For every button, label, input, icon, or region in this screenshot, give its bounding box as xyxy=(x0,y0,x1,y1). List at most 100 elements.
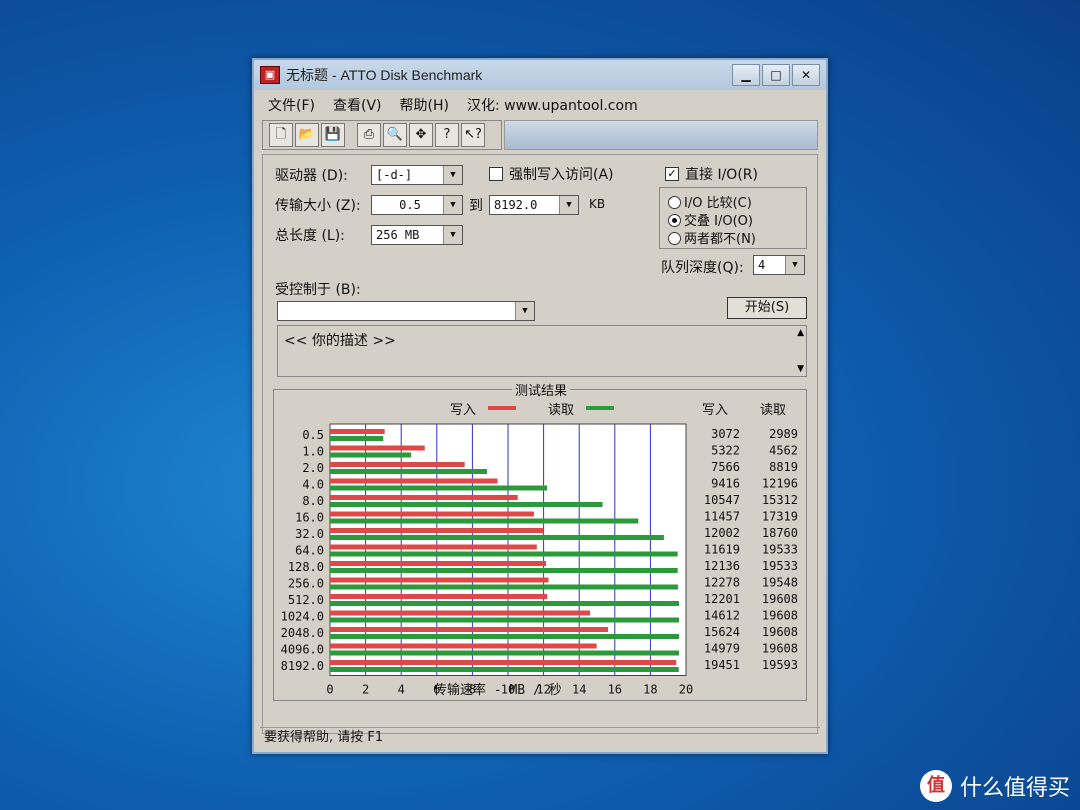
direct-io-checkbox[interactable]: ✓ xyxy=(665,167,679,181)
value-read: 2989 xyxy=(769,427,798,441)
start-button[interactable]: 开始(S) xyxy=(727,297,807,319)
bar-write xyxy=(330,478,498,484)
y-tick-label: 1.0 xyxy=(302,445,324,459)
overlapped-io-radio[interactable] xyxy=(668,214,681,227)
bar-read xyxy=(330,436,384,441)
value-read: 4562 xyxy=(769,444,798,458)
value-read: 19608 xyxy=(762,609,798,623)
x-tick-label: 18 xyxy=(643,683,657,697)
value-write: 3072 xyxy=(711,427,740,441)
print-preview-icon[interactable]: 🔍 xyxy=(383,123,407,147)
y-tick-label: 1024.0 xyxy=(281,610,324,624)
close-button[interactable]: ✕ xyxy=(792,64,820,86)
force-write-checkbox[interactable] xyxy=(489,167,503,181)
bar-write xyxy=(330,610,591,616)
x-tick-label: 0 xyxy=(326,683,333,697)
io-compare-radio[interactable] xyxy=(668,196,681,209)
neither-radio[interactable] xyxy=(668,232,681,245)
x-tick-label: 4 xyxy=(398,683,405,697)
bar-read xyxy=(330,568,678,573)
y-tick-label: 4096.0 xyxy=(281,643,324,657)
transfer-to-select[interactable]: 8192.0 ▼ xyxy=(489,195,579,215)
bar-write xyxy=(330,511,534,517)
neither-label: 两者都不(N) xyxy=(684,232,756,247)
watermark-text: 什么值得买 xyxy=(959,776,1070,801)
bar-read xyxy=(330,584,678,590)
maximize-button[interactable]: □ xyxy=(762,64,790,86)
y-tick-label: 64.0 xyxy=(295,544,324,558)
chevron-down-icon: ▼ xyxy=(785,256,804,274)
context-help-icon[interactable]: ↖? xyxy=(461,123,485,147)
toolbar: 🗋 📂 💾 ⎙ 🔍 ✥ ? ↖? xyxy=(262,120,502,150)
y-tick-label: 256.0 xyxy=(288,577,324,591)
description-box[interactable]: << 你的描述 >> ▲ ▼ xyxy=(277,325,807,377)
io-mode-group: I/O 比较(C) 交叠 I/O(O) 两者都不(N) xyxy=(659,187,807,249)
y-tick-label: 32.0 xyxy=(295,527,324,541)
save-icon[interactable]: 💾 xyxy=(321,123,345,147)
results-group: 测试结果 写入 读取 写入 读取 0 2 4 6 8 10 12 14 16 18 20 0.5 307… xyxy=(273,380,807,701)
col-read-header: 读取 xyxy=(760,403,786,418)
menu-file[interactable]: 文件(F) xyxy=(268,95,315,115)
app-icon: ▣ xyxy=(260,66,280,84)
x-tick-label: 20 xyxy=(679,683,693,697)
drive-label: 驱动器 (D): xyxy=(275,168,348,184)
controlled-by-select[interactable]: ▼ xyxy=(277,301,535,321)
open-icon[interactable]: 📂 xyxy=(295,123,319,147)
value-read: 19608 xyxy=(762,642,798,656)
scroll-down-icon[interactable]: ▼ xyxy=(797,364,804,374)
y-tick-label: 0.5 xyxy=(302,428,324,442)
title-bar: ▣ 无标题 - ATTO Disk Benchmark ▁ □ ✕ xyxy=(254,60,826,90)
total-length-select[interactable]: 256 MB ▼ xyxy=(371,225,463,245)
value-read: 19548 xyxy=(762,576,798,590)
menu-view[interactable]: 查看(V) xyxy=(333,95,382,115)
bar-read xyxy=(330,650,680,656)
value-write: 12002 xyxy=(704,526,740,540)
transfer-size-label: 传输大小 (Z): xyxy=(275,198,361,214)
bar-write xyxy=(330,594,548,599)
to-label: 到 xyxy=(469,198,483,214)
bar-write xyxy=(330,561,547,566)
value-read: 15312 xyxy=(762,493,798,507)
y-tick-label: 2.0 xyxy=(302,461,324,475)
transfer-from-select[interactable]: 0.5 ▼ xyxy=(371,195,463,215)
queue-depth-label: 队列深度(Q): xyxy=(661,260,744,276)
drive-select[interactable]: [-d-] ▼ xyxy=(371,165,463,185)
value-read: 17319 xyxy=(762,510,798,524)
value-write: 9416 xyxy=(711,477,740,491)
watermark-logo: 值 xyxy=(919,770,952,802)
value-write: 11457 xyxy=(704,510,740,524)
transfer-from-value: 0.5 xyxy=(399,198,421,212)
legend-read-label: 读取 xyxy=(548,403,574,418)
move-icon[interactable]: ✥ xyxy=(409,123,433,147)
chevron-down-icon: ▼ xyxy=(443,226,462,244)
queue-depth-select[interactable]: 4 ▼ xyxy=(753,255,805,275)
value-write: 11619 xyxy=(704,543,740,557)
watermark: 值 什么值得买 xyxy=(919,770,1070,802)
y-tick-label: 8192.0 xyxy=(281,659,324,673)
help-icon[interactable]: ? xyxy=(435,123,459,147)
bar-write xyxy=(330,544,537,550)
y-tick-label: 4.0 xyxy=(302,478,324,492)
chevron-down-icon: ▼ xyxy=(559,196,578,214)
direct-io-label: 直接 I/O(R) xyxy=(685,167,758,183)
force-write-label: 强制写入访问(A) xyxy=(509,167,614,183)
window-title: 无标题 - ATTO Disk Benchmark xyxy=(286,67,483,83)
localized-by-text: 汉化: www.upantool.com xyxy=(466,98,638,114)
bar-read xyxy=(330,535,664,540)
value-read: 19533 xyxy=(762,543,798,557)
new-icon[interactable]: 🗋 xyxy=(269,123,293,147)
value-read: 8819 xyxy=(769,460,798,474)
menu-bar: 文件(F) 查看(V) 帮助(H) 汉化: www.upantool.com xyxy=(260,94,820,116)
scroll-up-icon[interactable]: ▲ xyxy=(797,328,804,338)
bar-read xyxy=(330,469,487,474)
value-read: 19608 xyxy=(762,625,798,639)
menu-help[interactable]: 帮助(H) xyxy=(400,95,449,115)
value-read: 12196 xyxy=(762,477,798,491)
x-tick-label: 2 xyxy=(362,683,369,697)
minimize-button[interactable]: ▁ xyxy=(732,64,760,86)
bar-read xyxy=(330,452,412,458)
value-write: 14979 xyxy=(704,642,740,656)
col-write-header: 写入 xyxy=(702,403,728,418)
print-icon[interactable]: ⎙ xyxy=(357,123,381,147)
value-write: 10547 xyxy=(704,493,740,507)
